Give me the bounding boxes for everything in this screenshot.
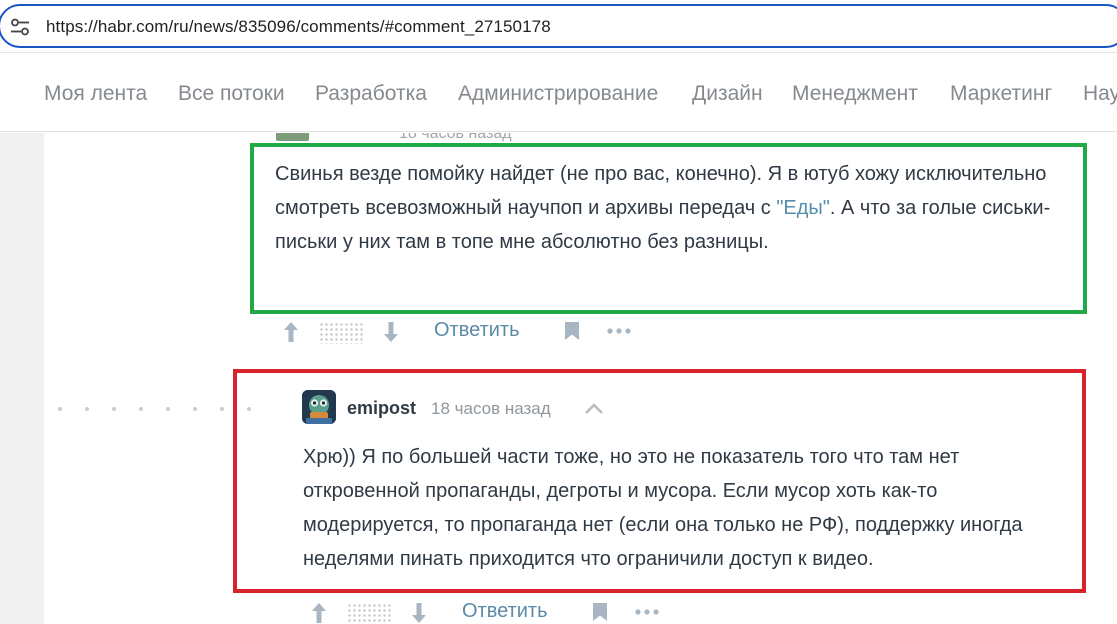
- tune-icon[interactable]: [10, 18, 30, 36]
- arrow-up-icon[interactable]: [282, 320, 300, 344]
- nav-item-my-feed[interactable]: Моя лента: [44, 82, 147, 106]
- arrow-down-icon[interactable]: [410, 601, 428, 624]
- score-placeholder: [319, 322, 363, 344]
- comment-actions: Ответить: [310, 599, 670, 624]
- bookmark-icon[interactable]: [592, 602, 608, 622]
- bookmark-icon[interactable]: [564, 321, 580, 341]
- top-nav: Моя лента Все потоки Разработка Админист…: [0, 52, 1117, 132]
- comment-username[interactable]: emipost: [347, 398, 416, 419]
- nav-item-design[interactable]: Дизайн: [692, 82, 763, 106]
- comment-time[interactable]: 18 часов назад: [431, 399, 551, 419]
- more-icon[interactable]: [606, 321, 634, 341]
- chevron-up-icon[interactable]: [584, 401, 604, 415]
- browser-toolbar: https://habr.com/ru/news/835096/comments…: [0, 0, 1117, 52]
- avatar[interactable]: [302, 390, 336, 424]
- nav-item-management[interactable]: Менеджмент: [792, 82, 918, 106]
- nav-item-development[interactable]: Разработка: [315, 82, 427, 106]
- avatar[interactable]: [276, 133, 309, 141]
- url-text[interactable]: https://habr.com/ru/news/835096/comments…: [46, 17, 551, 37]
- comment-text: Хрю)) Я по большей части тоже, но это не…: [303, 446, 1023, 570]
- comment-time[interactable]: 18 часов назад: [399, 133, 512, 143]
- address-bar[interactable]: https://habr.com/ru/news/835096/comments…: [0, 4, 1117, 48]
- nav-item-all-streams[interactable]: Все потоки: [178, 82, 285, 106]
- nav-item-marketing[interactable]: Маркетинг: [950, 82, 1052, 106]
- reply-button[interactable]: Ответить: [462, 600, 548, 623]
- comment-text: Свинья везде помойку найдет (не про вас,…: [275, 163, 1051, 253]
- arrow-up-icon[interactable]: [310, 601, 328, 624]
- nav-item-administration[interactable]: Администрирование: [458, 82, 658, 106]
- score-placeholder: [347, 603, 391, 624]
- nav-item-science[interactable]: Нау: [1083, 82, 1117, 106]
- arrow-down-icon[interactable]: [382, 320, 400, 344]
- comments-area: 18 часов назад Свинья везде помойку найд…: [44, 133, 1117, 624]
- reply-button[interactable]: Ответить: [434, 319, 520, 342]
- comment-link[interactable]: "Еды": [776, 197, 830, 219]
- page-gutter: [0, 133, 44, 624]
- avatar-image: [302, 390, 336, 424]
- comment-actions: Ответить: [282, 318, 642, 346]
- more-icon[interactable]: [634, 602, 662, 622]
